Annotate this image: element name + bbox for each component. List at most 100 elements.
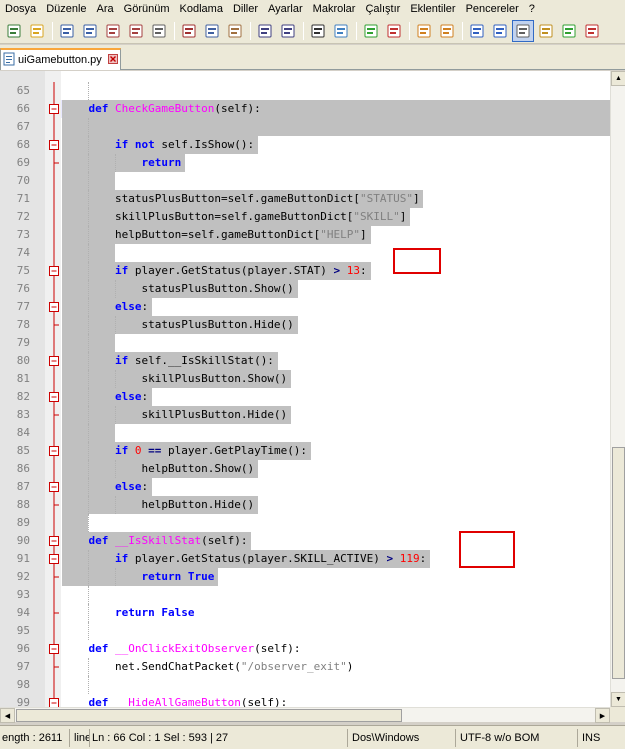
tab-uigamebutton[interactable]: uiGamebutton.py [0, 48, 121, 70]
line-number: 85 [16, 444, 30, 457]
code-text: skillPlusButton=self.gameButtonDict["SKI… [62, 208, 406, 226]
code-line: 91 if player.GetStatus(player.SKILL_ACTI… [0, 550, 610, 568]
fold-toggle-icon[interactable] [48, 262, 60, 280]
line-number: 77 [16, 300, 30, 313]
code-text: if not self.IsShow(): [62, 136, 254, 154]
menu-item-4[interactable]: Kodlama [175, 0, 228, 18]
highlight-box-119 [459, 531, 515, 568]
code-token: helpButton.Hide() [141, 498, 255, 511]
fold-toggle-icon[interactable] [48, 694, 60, 707]
print-icon[interactable] [148, 20, 170, 42]
indent-guide [88, 676, 90, 694]
menu-item-3[interactable]: Görünüm [119, 0, 175, 18]
code-line: 90 def __IsSkillStat(self): [0, 532, 610, 550]
fold-toggle-icon[interactable] [48, 478, 60, 496]
code-line: 67 [0, 118, 610, 136]
indent-guide [88, 334, 90, 352]
sync-v-icon[interactable] [413, 20, 435, 42]
menu-item-0[interactable]: Dosya [0, 0, 41, 18]
code-text: helpButton.Show() [62, 460, 254, 478]
status-encoding: UTF-8 w/o BOM [458, 729, 578, 747]
toolbar-separator [250, 21, 251, 40]
cut-icon[interactable] [178, 20, 200, 42]
tab-close-icon[interactable] [107, 53, 118, 67]
indent-guide-icon[interactable] [512, 19, 534, 42]
sync-h-icon[interactable] [436, 20, 458, 42]
wrap-icon[interactable] [466, 20, 488, 42]
fold-toggle-icon[interactable] [48, 352, 60, 370]
menu-item-7[interactable]: Makrolar [308, 0, 361, 18]
code-editor[interactable]: 65 66 def CheckGameButton(self): 67 68 if n… [0, 71, 610, 707]
code-line: 71 statusPlusButton=self.gameButtonDict[… [0, 190, 610, 208]
record-macro-icon[interactable] [581, 20, 603, 42]
menu-item-2[interactable]: Ara [92, 0, 119, 18]
code-token: else [114, 480, 142, 493]
menu-item-11[interactable]: ? [524, 0, 540, 18]
zoom-out-icon[interactable] [383, 20, 405, 42]
scroll-left-icon[interactable]: ◀ [0, 708, 15, 723]
function-list-icon[interactable] [558, 20, 580, 42]
save-icon[interactable] [56, 20, 78, 42]
fold-toggle-icon[interactable] [48, 136, 60, 154]
code-token: __HideAllGameButton [115, 696, 241, 707]
status-lines: line [72, 729, 90, 747]
copy-icon[interactable] [201, 20, 223, 42]
new-file-icon[interactable] [3, 20, 25, 42]
fold-toggle-icon[interactable] [48, 442, 60, 460]
menu-item-8[interactable]: Çalıştır [360, 0, 405, 18]
code-text: def __OnClickExitObserver(self): [62, 640, 301, 658]
vertical-scrollbar[interactable]: ▲ ▼ [610, 71, 625, 707]
horizontal-scroll-thumb[interactable] [16, 709, 402, 722]
horizontal-scrollbar[interactable]: ◀ ▶ [0, 707, 610, 723]
code-text: else: [62, 478, 148, 496]
scroll-up-icon[interactable]: ▲ [611, 71, 625, 86]
fold-toggle-icon[interactable] [48, 100, 60, 118]
paste-icon[interactable] [224, 20, 246, 42]
code-text: if 0 == player.GetPlayTime(): [62, 442, 307, 460]
fold-toggle-icon[interactable] [48, 298, 60, 316]
fold-end-icon [48, 604, 60, 622]
show-all-chars-icon[interactable] [489, 20, 511, 42]
vertical-scroll-thumb[interactable] [612, 447, 625, 679]
code-text: def __HideAllGameButton(self): [62, 694, 288, 707]
status-mode: INS [582, 732, 601, 744]
line-number: 68 [16, 138, 30, 151]
scroll-right-icon[interactable]: ▶ [595, 708, 610, 723]
redo-icon[interactable] [277, 20, 299, 42]
code-token: def [88, 696, 115, 707]
code-token: ] [413, 192, 420, 205]
code-token: if [114, 264, 135, 277]
find-icon[interactable] [307, 20, 329, 42]
open-file-icon[interactable] [26, 20, 48, 42]
fold-toggle-icon[interactable] [48, 640, 60, 658]
fold-toggle-icon[interactable] [48, 550, 60, 568]
fold-line-icon [48, 208, 60, 226]
menu-item-6[interactable]: Ayarlar [263, 0, 308, 18]
doc-map-icon[interactable] [535, 20, 557, 42]
fold-toggle-icon[interactable] [48, 532, 60, 550]
scroll-down-icon[interactable]: ▼ [611, 692, 625, 707]
menu-item-1[interactable]: Düzenle [41, 0, 91, 18]
tab-strip: uiGamebutton.py [0, 45, 625, 70]
zoom-in-icon[interactable] [360, 20, 382, 42]
code-line: 89 [0, 514, 610, 532]
fold-toggle-icon[interactable] [48, 388, 60, 406]
menu-item-10[interactable]: Pencereler [461, 0, 524, 18]
indent-guide [88, 118, 90, 136]
menu-item-9[interactable]: Eklentiler [405, 0, 460, 18]
code-text: statusPlusButton.Show() [62, 280, 293, 298]
save-all-icon[interactable] [79, 20, 101, 42]
menu-item-5[interactable]: Diller [228, 0, 263, 18]
close-all-icon[interactable] [125, 20, 147, 42]
fold-line-icon [48, 244, 60, 262]
undo-icon[interactable] [254, 20, 276, 42]
close-icon[interactable] [102, 20, 124, 42]
replace-icon[interactable] [330, 20, 352, 42]
